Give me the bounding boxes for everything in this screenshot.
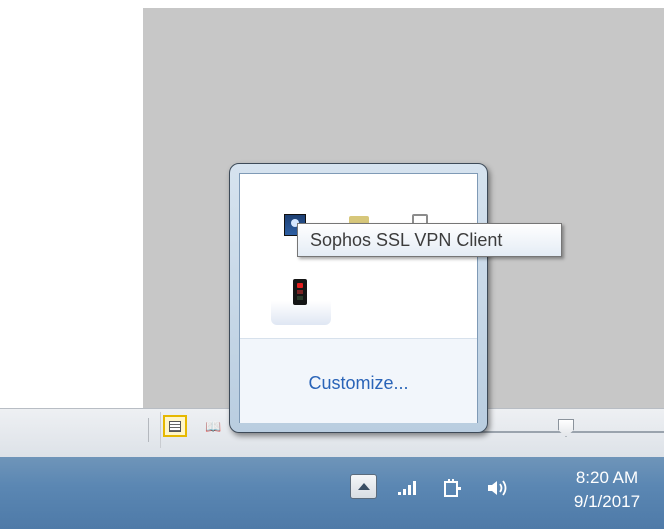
print-layout-view-button[interactable] <box>163 415 187 437</box>
power-plug-icon[interactable] <box>443 478 463 502</box>
network-signal-icon[interactable] <box>397 478 419 500</box>
reading-view-icon[interactable]: 📖 <box>205 420 223 434</box>
notification-area-overflow-popup: Customize... <box>229 163 488 433</box>
volume-icon[interactable] <box>486 478 510 502</box>
show-hidden-icons-button[interactable] <box>350 474 377 499</box>
page-lines-icon <box>169 420 181 432</box>
clock-time: 8:20 AM <box>575 468 639 487</box>
popup-footer: Customize... <box>240 338 477 423</box>
tooltip: Sophos SSL VPN Client <box>297 223 562 257</box>
taskbar-clock[interactable]: 8:20 AM 9/1/2017 <box>552 466 662 514</box>
traffic-light-tray-item[interactable] <box>271 265 331 325</box>
traffic-light-icon <box>293 279 307 305</box>
chevron-up-icon <box>357 483 370 490</box>
customize-link[interactable]: Customize... <box>240 371 477 395</box>
status-bar-separator <box>148 418 149 442</box>
clock-date: 9/1/2017 <box>573 492 641 511</box>
status-bar-separator <box>160 412 161 448</box>
popup-content: Customize... <box>239 173 478 423</box>
